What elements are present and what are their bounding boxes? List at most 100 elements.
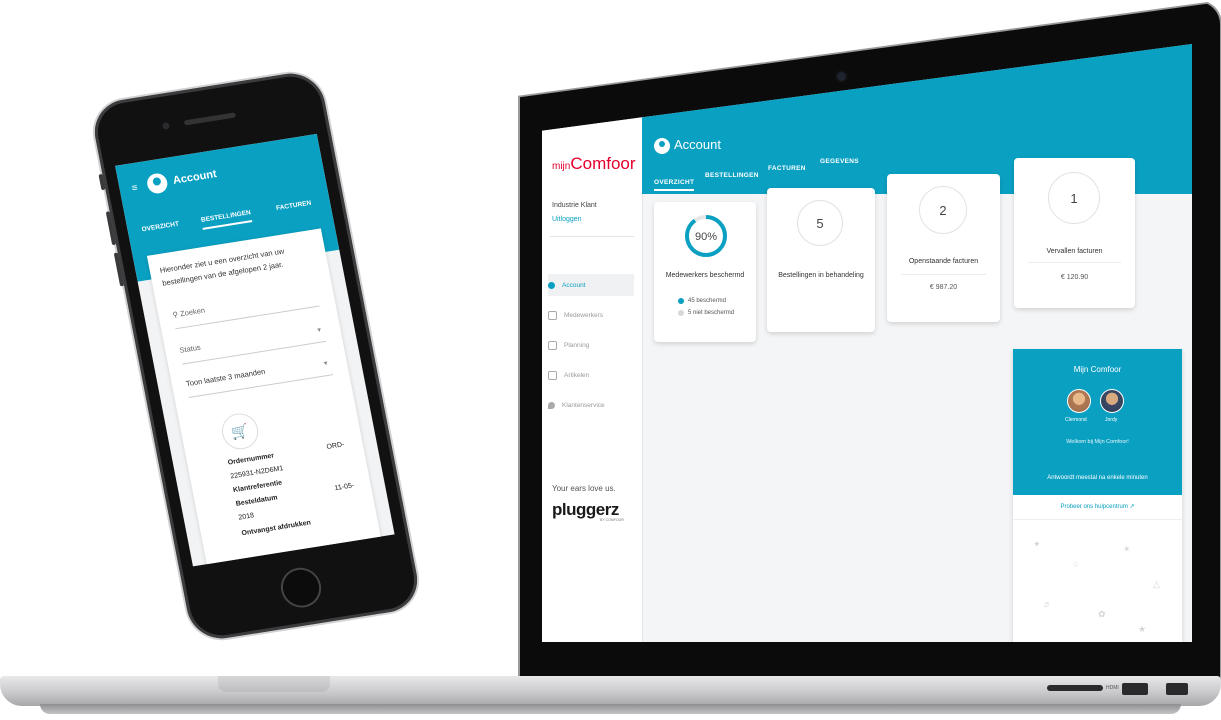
order-number-prefix: ORD- — [326, 441, 346, 451]
legend-protected: 45 beschermd — [678, 298, 726, 304]
orders-card[interactable]: 5 Bestellingen in behandeling — [767, 188, 875, 332]
overdue-invoices-count: 1 — [1048, 172, 1100, 224]
avatar — [1067, 389, 1091, 413]
tab-bestellingen[interactable]: BESTELLINGEN — [705, 172, 759, 179]
sidebar-item-label: Account — [562, 281, 586, 289]
open-invoices-label: Openstaande facturen — [908, 258, 979, 265]
chevron-down-icon: ▼ — [315, 327, 323, 335]
cart-icon: 🛒 — [218, 410, 262, 452]
tab-gegevens[interactable]: GEGEVENS — [820, 158, 859, 165]
widget-welcome: Welkom bij Mijn Comfoor! — [1066, 439, 1129, 445]
search-placeholder: Zoeken — [179, 305, 206, 319]
doodle-icon: ✿ — [1098, 609, 1106, 619]
earpiece-speaker — [183, 112, 237, 126]
laptop-lid-notch — [218, 676, 330, 692]
support-widget: Mijn Comfoor Clermond Jordy Welkom bij M… — [1013, 349, 1182, 642]
order-date-prefix: 11-05- — [334, 482, 355, 493]
phone-screen: ≡ Account OVERZICHT BESTELLINGEN FACTURE… — [115, 133, 395, 567]
page-title: Account — [674, 137, 721, 152]
print-receipt-link[interactable]: Ontvangst afdrukken — [241, 519, 312, 537]
pluggerz-subtitle: BY COMFOOR — [600, 518, 624, 522]
external-link-icon: ↗ — [1129, 504, 1135, 510]
pluggerz-logo[interactable]: pluggerz — [552, 500, 619, 520]
status-placeholder: Status — [178, 342, 202, 355]
doodle-icon: ○ — [1073, 559, 1079, 569]
sidebar-item-medewerkers[interactable]: Medewerkers — [548, 304, 634, 326]
overdue-invoices-label: Vervallen facturen — [1046, 248, 1103, 255]
sidebar-item-label: Planning — [564, 341, 590, 349]
logout-link[interactable]: Uitloggen — [552, 216, 582, 223]
legend-dot-protected — [678, 298, 684, 304]
card-divider — [901, 274, 986, 275]
account-icon — [654, 138, 670, 154]
legend-label: 45 beschermd — [688, 298, 727, 304]
mijn-comfoor-logo[interactable]: mijnComfoor — [552, 154, 636, 174]
overdue-invoices-amount: € 120.90 — [1060, 274, 1089, 281]
period-value: Toon laatste 3 maanden — [185, 366, 266, 389]
doodle-icon: ★ — [1138, 624, 1147, 634]
sidebar-item-klantenservice[interactable]: Klantenservice — [548, 394, 634, 416]
sidebar-item-account[interactable]: Account — [548, 274, 634, 296]
sidebar: mijnComfoor Industrie Klant Uitloggen Ac… — [542, 44, 643, 642]
volume-down-button — [113, 252, 125, 287]
logo-brand: Comfoor — [570, 154, 636, 173]
doodle-icon: ✦ — [1033, 539, 1041, 549]
protected-percent: 90% — [695, 231, 717, 243]
search-input[interactable]: ⚲ Zoeken — [171, 287, 320, 330]
calendar-icon — [548, 340, 557, 350]
front-camera — [161, 121, 171, 130]
order-date-label: Besteldatum — [235, 494, 279, 508]
volume-up-button — [105, 211, 117, 246]
protected-employees-card[interactable]: 90% Medewerkers beschermd 45 beschermd 5… — [654, 202, 756, 342]
order-date-value: 2018 — [237, 512, 255, 522]
sidebar-item-label: Klantenservice — [562, 401, 605, 409]
user-name: Industrie Klant — [552, 202, 597, 209]
overdue-invoices-card[interactable]: 1 Vervallen facturen € 120.90 — [1014, 158, 1135, 308]
card-divider — [1028, 262, 1121, 263]
laptop-base — [0, 676, 1221, 706]
agent-name: Clermond — [1065, 417, 1087, 423]
phone-device: ≡ Account OVERZICHT BESTELLINGEN FACTURE… — [89, 68, 423, 644]
logo-prefix: mijn — [552, 161, 571, 172]
location-icon — [548, 401, 555, 409]
widget-divider — [1013, 519, 1182, 520]
protected-donut: 90% — [685, 215, 727, 257]
sidebar-divider — [550, 236, 634, 237]
sidebar-item-label: Medewerkers — [564, 311, 604, 319]
tab-facturen[interactable]: FACTUREN — [768, 165, 806, 172]
orders-count: 5 — [797, 200, 843, 246]
hdmi-label: HDMI — [1106, 685, 1119, 691]
open-invoices-card[interactable]: 2 Openstaande facturen € 987.20 — [887, 174, 1000, 322]
sidebar-item-artikelen[interactable]: Artikelen — [548, 364, 634, 386]
laptop-base-bottom — [40, 704, 1181, 714]
cart-icon — [548, 370, 557, 380]
tab-overzicht[interactable]: OVERZICHT — [654, 179, 695, 191]
laptop-screen: mijnComfoor Industrie Klant Uitloggen Ac… — [542, 44, 1192, 642]
hdmi-port — [1122, 683, 1148, 695]
doodle-icon: △ — [1153, 579, 1160, 589]
doodle-icon: ✶ — [1123, 544, 1131, 554]
sd-card-slot — [1047, 685, 1103, 691]
laptop-camera — [837, 72, 846, 81]
usb-port — [1166, 683, 1188, 695]
help-center-link[interactable]: Probeer ons hulpcentrum ↗ — [1013, 503, 1182, 510]
help-center-label: Probeer ons hulpcentrum — [1060, 504, 1128, 510]
tagline: Your ears love us. — [552, 484, 616, 493]
status-select[interactable]: Status ▼ — [178, 323, 327, 365]
user-icon — [548, 281, 555, 289]
sidebar-item-label: Artikelen — [564, 371, 590, 379]
period-select[interactable]: Toon laatste 3 maanden ▼ — [185, 356, 334, 399]
legend-unprotected: 5 niet beschermd — [678, 310, 734, 316]
search-icon: ⚲ — [171, 309, 179, 320]
agent-name: Jordy — [1105, 417, 1118, 423]
widget-title: Mijn Comfoor — [1073, 365, 1122, 374]
customer-reference-label: Klantreferentie — [232, 479, 283, 495]
home-button[interactable] — [279, 567, 323, 609]
avatar — [1100, 389, 1124, 413]
orders-panel: Hieronder ziet u een overzicht van uw be… — [146, 228, 384, 567]
people-icon — [548, 310, 557, 320]
chevron-down-icon: ▼ — [322, 360, 330, 368]
sidebar-item-planning[interactable]: Planning — [548, 334, 634, 356]
legend-label: 5 niet beschermd — [688, 310, 735, 316]
widget-response-time: Antwoordt meestal na enkele minuten — [1047, 475, 1148, 481]
